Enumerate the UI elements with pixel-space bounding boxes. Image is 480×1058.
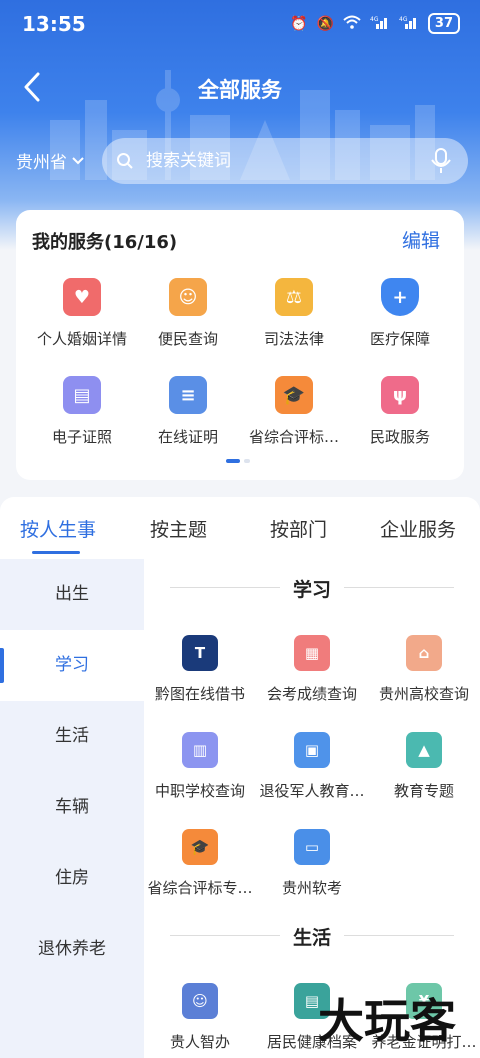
service-label: 电子证照 [51, 428, 112, 446]
signal-4g-icon: 4G [399, 15, 419, 33]
service-item[interactable]: ☺ 便民查询 [132, 278, 244, 349]
status-bar: 13:55 ⏰ 🔕 4G 4G 37 [0, 0, 480, 50]
marriage-icon: ♥ [63, 278, 101, 316]
service-item[interactable]: ▣ 退役军人教育… [256, 732, 368, 801]
category-item[interactable]: 住房 [0, 843, 144, 914]
service-item[interactable]: T 黔图在线借书 [144, 635, 256, 704]
monitor-icon: ▭ [294, 829, 330, 865]
search-input[interactable] [146, 151, 416, 171]
status-time: 13:55 [22, 12, 86, 36]
service-content: 学习 T 黔图在线借书 ▦ 会考成绩查询 ⌂ 贵州高校查询 ▥ 中职学校查询 ▣… [144, 559, 480, 1058]
document-icon: ≡ [169, 376, 207, 414]
library-logo-icon: T [182, 635, 218, 671]
category-sidebar: 出生 学习 生活 车辆 住房 退休养老 [0, 559, 144, 1058]
province-label: 贵州省 [16, 153, 67, 173]
microphone-icon[interactable] [430, 148, 452, 174]
veteran-card-icon: ▣ [294, 732, 330, 768]
section-title: 学习 [144, 575, 480, 602]
service-item[interactable]: ⚖ 司法法律 [238, 278, 350, 349]
category-item[interactable]: 生活 [0, 701, 144, 772]
college-icon: ⌂ [406, 635, 442, 671]
my-services-card: 我的服务(16/16) 编辑 ♥ 个人婚姻详情 ☺ 便民查询 ⚖ 司法法律 + … [16, 210, 464, 480]
tab-enterprise[interactable]: 企业服务 [380, 515, 456, 542]
active-tab-underline [32, 551, 80, 554]
building-icon: ▥ [182, 732, 218, 768]
service-label: 教育专题 [393, 782, 454, 800]
service-label: 贵州高校查询 [378, 685, 469, 703]
active-indicator [0, 648, 4, 683]
mute-icon: 🔕 [316, 15, 334, 32]
service-item[interactable]: ♥ 个人婚姻详情 [26, 278, 138, 349]
service-item[interactable]: 🎓 省综合评标… [238, 376, 350, 447]
service-item[interactable]: 🎓 省综合评标专… [144, 829, 256, 898]
service-label: 贵州软考 [281, 879, 342, 897]
tab-departments[interactable]: 按部门 [270, 515, 327, 542]
province-selector[interactable]: 贵州省 [16, 148, 85, 173]
edit-button[interactable]: 编辑 [402, 226, 440, 253]
category-label: 学习 [55, 655, 89, 675]
tab-bar: 按人生事 按主题 按部门 企业服务 [0, 497, 480, 559]
service-label: 司法法律 [263, 330, 324, 348]
mortarboard-icon: ▲ [406, 732, 442, 768]
category-item[interactable]: 出生 [0, 559, 144, 630]
service-item[interactable]: ☺ 贵人智办 [144, 983, 256, 1052]
page-dot [244, 459, 250, 463]
service-label: 黔图在线借书 [154, 685, 245, 703]
service-label: 中职学校查询 [154, 782, 245, 800]
service-item[interactable]: ⌂ 贵州高校查询 [368, 635, 480, 704]
avatar-icon: ☺ [182, 983, 218, 1019]
svg-text:4G: 4G [370, 16, 379, 23]
service-label: 会考成绩查询 [266, 685, 357, 703]
page-title: 全部服务 [198, 78, 282, 102]
id-card-icon: ▤ [63, 376, 101, 414]
shield-plus-icon: + [381, 278, 419, 316]
service-label: 医疗保障 [369, 330, 430, 348]
graduate-icon: 🎓 [275, 376, 313, 414]
page-dot-active [226, 459, 240, 463]
section-title: 生活 [144, 923, 480, 950]
score-doc-icon: ▦ [294, 635, 330, 671]
gavel-icon: ⚖ [275, 278, 313, 316]
service-label: 省综合评标… [248, 428, 339, 446]
service-label: 个人婚姻详情 [36, 330, 127, 348]
search-icon [117, 153, 133, 169]
service-item[interactable]: ▭ 贵州软考 [256, 829, 368, 898]
service-label: 贵人智办 [169, 1033, 230, 1051]
service-item[interactable]: ≡ 在线证明 [132, 376, 244, 447]
chevron-down-icon [72, 156, 84, 164]
service-item[interactable]: ψ 民政服务 [344, 376, 456, 447]
service-item[interactable]: ▥ 中职学校查询 [144, 732, 256, 801]
house-smile-icon: ☺ [169, 278, 207, 316]
signal-4g-icon: 4G [370, 15, 390, 33]
battery-indicator: 37 [427, 13, 460, 34]
graduate-icon: 🎓 [182, 829, 218, 865]
service-label: 在线证明 [157, 428, 218, 446]
category-item[interactable]: 车辆 [0, 772, 144, 843]
service-label: 便民查询 [157, 330, 218, 348]
alarm-icon: ⏰ [290, 15, 308, 32]
svg-text:4G: 4G [399, 16, 408, 23]
hands-people-icon: ψ [381, 376, 419, 414]
search-bar[interactable] [102, 138, 468, 184]
category-item[interactable]: 退休养老 [0, 914, 144, 985]
service-item[interactable]: ▦ 会考成绩查询 [256, 635, 368, 704]
tab-life-events[interactable]: 按人生事 [20, 515, 96, 542]
my-services-title: 我的服务(16/16) [32, 232, 178, 253]
category-item-active[interactable]: 学习 [0, 630, 144, 701]
service-label: 省综合评标专… [147, 879, 253, 897]
tab-topics[interactable]: 按主题 [150, 515, 207, 542]
service-item[interactable]: ▤ 电子证照 [26, 376, 138, 447]
service-item[interactable]: ▲ 教育专题 [368, 732, 480, 801]
service-item[interactable]: + 医疗保障 [344, 278, 456, 349]
wifi-icon [343, 15, 361, 33]
service-label: 退役军人教育… [259, 782, 365, 800]
status-icons: ⏰ 🔕 4G 4G 37 [290, 13, 460, 34]
page-indicator [226, 459, 250, 463]
service-label: 民政服务 [369, 428, 430, 446]
navigation-bar: 全部服务 [0, 62, 480, 112]
watermark-logo: 大玩客 [318, 994, 456, 1048]
